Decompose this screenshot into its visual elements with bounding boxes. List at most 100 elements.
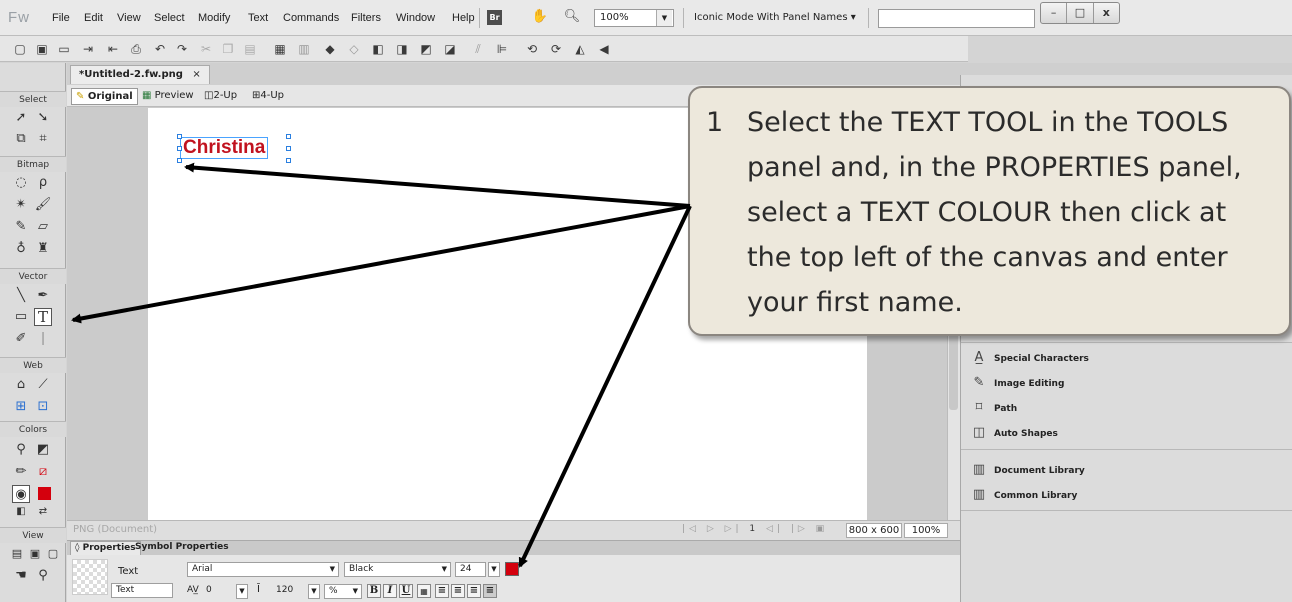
- hide-slices-icon[interactable]: ⊞: [12, 398, 30, 416]
- marquee-icon[interactable]: ◌: [12, 174, 30, 192]
- menu-window[interactable]: Window: [396, 12, 435, 24]
- standard-screen-icon[interactable]: ▤: [8, 545, 26, 563]
- send-to-back-icon[interactable]: ◪: [442, 41, 458, 57]
- cut-icon[interactable]: ✂: [198, 41, 214, 57]
- font-size-dropdown[interactable]: ▼: [488, 562, 500, 577]
- scale-icon[interactable]: ⧉: [12, 130, 30, 148]
- selection-handle[interactable]: [286, 146, 291, 151]
- minimize-button[interactable]: –: [1041, 3, 1068, 23]
- close-button[interactable]: x: [1094, 3, 1119, 23]
- panel-auto-shapes[interactable]: ◫ Auto Shapes: [970, 423, 1058, 443]
- rubber-stamp-icon[interactable]: ♜: [34, 240, 52, 258]
- menu-edit[interactable]: Edit: [84, 12, 103, 24]
- pointer-icon[interactable]: ➚: [12, 109, 30, 127]
- eraser-icon[interactable]: ▱: [34, 218, 52, 236]
- selection-handle[interactable]: [286, 158, 291, 163]
- zoom-tool-icon[interactable]: ⚲: [34, 567, 52, 585]
- tab-preview[interactable]: ▦ Preview: [138, 88, 198, 105]
- panel-document-library[interactable]: ▥ Document Library: [970, 460, 1085, 480]
- frame-controls[interactable]: |◁ ▷ ▷| 1 ◁| |▷ ▣: [682, 524, 828, 534]
- import-icon[interactable]: ⇥: [80, 41, 96, 57]
- selection-handle[interactable]: [177, 146, 182, 151]
- fill-color-icon[interactable]: ◉: [12, 485, 30, 503]
- hotspot-icon[interactable]: ⌂: [12, 376, 30, 394]
- canvas-text-object[interactable]: Christina: [180, 137, 269, 159]
- align-icon[interactable]: ⊫: [494, 41, 510, 57]
- menu-file[interactable]: File: [52, 12, 70, 24]
- workspace-switcher[interactable]: Iconic Mode With Panel Names ▾: [694, 12, 856, 23]
- justify-button[interactable]: ≡: [483, 584, 497, 598]
- italic-button[interactable]: I: [383, 584, 397, 598]
- undo-icon[interactable]: ↶: [152, 41, 168, 57]
- leading-unit-select[interactable]: % ▼: [324, 584, 362, 599]
- magic-wand-icon[interactable]: ✴: [12, 196, 30, 214]
- search-input[interactable]: [878, 9, 1035, 28]
- font-family-select[interactable]: Arial ▼: [187, 562, 339, 577]
- knife-icon[interactable]: ǀ: [34, 330, 52, 348]
- selection-handle[interactable]: [177, 134, 182, 139]
- hand-tool-icon[interactable]: ☚: [12, 567, 30, 585]
- menu-help[interactable]: Help: [452, 12, 475, 24]
- zoom-icon[interactable]: 🔍︎: [563, 9, 581, 25]
- canvas-size-field[interactable]: 800 x 600: [846, 523, 902, 538]
- kerning-field[interactable]: 0: [202, 584, 234, 599]
- rotate-right-icon[interactable]: ⟳: [548, 41, 564, 57]
- bridge-button[interactable]: Br: [487, 10, 502, 25]
- line-icon[interactable]: ╲: [12, 287, 30, 305]
- restore-button[interactable]: □: [1067, 3, 1094, 23]
- flip-horizontal-icon[interactable]: ◭: [572, 41, 588, 57]
- close-icon[interactable]: ×: [192, 69, 200, 80]
- stroke-swatch-icon[interactable]: ⧄: [34, 463, 52, 481]
- full-screen-icon[interactable]: ▢: [44, 545, 62, 563]
- menu-modify[interactable]: Modify: [198, 12, 230, 24]
- rectangle-icon[interactable]: ▭: [12, 308, 30, 326]
- fill-swatch[interactable]: [38, 487, 51, 500]
- tab-original[interactable]: ✎ Original: [71, 88, 138, 105]
- stroke-color-icon[interactable]: ✏: [12, 463, 30, 481]
- full-screen-menus-icon[interactable]: ▣: [26, 545, 44, 563]
- object-name-field[interactable]: Text: [111, 583, 173, 598]
- panel-special-characters[interactable]: A̲ Special Characters: [970, 348, 1089, 368]
- font-size-field[interactable]: 24: [455, 562, 486, 577]
- text-tool-icon[interactable]: T: [34, 308, 52, 326]
- rotate-left-icon[interactable]: ⟲: [524, 41, 540, 57]
- panel-common-library[interactable]: ▥ Common Library: [970, 485, 1078, 505]
- flip-vertical-icon[interactable]: ◀: [596, 41, 612, 57]
- ungroup-icon[interactable]: ▥: [296, 41, 312, 57]
- default-colors-icon[interactable]: ◧: [12, 503, 30, 521]
- eyedropper-icon[interactable]: ⚲: [12, 441, 30, 459]
- pen-icon[interactable]: ✒: [34, 287, 52, 305]
- leading-field[interactable]: 120: [272, 584, 306, 599]
- lasso-icon[interactable]: ρ: [34, 174, 52, 192]
- brush-icon[interactable]: 🖌︎: [34, 196, 52, 214]
- group-icon[interactable]: ▦: [272, 41, 288, 57]
- kerning-dropdown[interactable]: ▼: [236, 584, 248, 599]
- panel-path[interactable]: ⌑ Path: [970, 398, 1017, 418]
- print-icon[interactable]: ⎙: [128, 41, 144, 57]
- split-icon[interactable]: ◇: [346, 41, 362, 57]
- align-left-button[interactable]: ≡: [435, 584, 449, 598]
- tab-2up[interactable]: ◫2-Up: [200, 88, 241, 105]
- new-file-icon[interactable]: ▢: [12, 41, 28, 57]
- open-icon[interactable]: ▭: [56, 41, 72, 57]
- pencil-icon[interactable]: ✎: [12, 218, 30, 236]
- show-slices-icon[interactable]: ⊡: [34, 398, 52, 416]
- blur-icon[interactable]: ♁: [12, 240, 30, 258]
- crop-icon[interactable]: ⌗: [34, 130, 52, 148]
- distribute-icon[interactable]: ⫽: [470, 41, 486, 57]
- menu-text[interactable]: Text: [248, 12, 268, 24]
- bold-button[interactable]: B: [367, 584, 381, 598]
- underline-button[interactable]: U: [399, 584, 413, 598]
- paste-icon[interactable]: ▤: [242, 41, 258, 57]
- document-tab[interactable]: *Untitled-2.fw.png ×: [70, 65, 210, 84]
- freeform-icon[interactable]: ✐: [12, 330, 30, 348]
- tab-4up[interactable]: ⊞4-Up: [248, 88, 288, 105]
- send-backward-icon[interactable]: ◩: [418, 41, 434, 57]
- align-center-button[interactable]: ≡: [451, 584, 465, 598]
- selection-handle[interactable]: [177, 158, 182, 163]
- menu-commands[interactable]: Commands: [283, 12, 339, 24]
- panel-image-editing[interactable]: ✎ Image Editing: [970, 373, 1065, 393]
- swap-colors-icon[interactable]: ⇄: [34, 503, 52, 521]
- leading-dropdown[interactable]: ▼: [308, 584, 320, 599]
- slice-icon[interactable]: ⟋: [34, 376, 52, 394]
